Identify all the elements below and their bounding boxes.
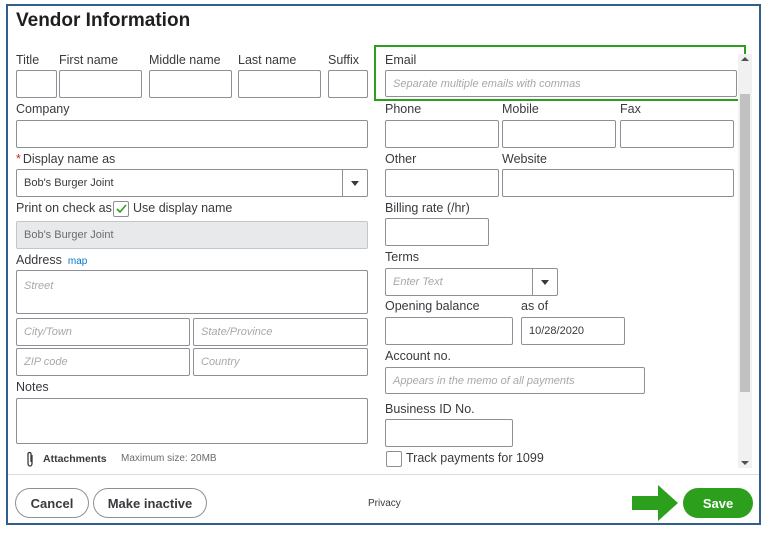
scroll-down-icon[interactable]: [741, 461, 749, 465]
phone-label: Phone: [385, 102, 422, 116]
fax-input[interactable]: [620, 120, 734, 148]
display-name-select[interactable]: Bob's Burger Joint: [16, 169, 368, 197]
email-label: Email: [385, 53, 417, 67]
opening-balance-label: Opening balance: [385, 299, 480, 313]
email-placeholder: Separate multiple emails with commas: [393, 77, 581, 90]
account-no-placeholder: Appears in the memo of all payments: [393, 374, 575, 387]
business-id-input[interactable]: [385, 419, 513, 447]
required-asterisk: *: [16, 152, 21, 166]
website-input[interactable]: [502, 169, 734, 197]
address-label-text: Address: [16, 253, 62, 267]
first-name-input[interactable]: [59, 70, 142, 98]
account-no-input[interactable]: Appears in the memo of all payments: [385, 367, 645, 394]
middle-name-label: Middle name: [149, 53, 221, 67]
terms-select[interactable]: Enter Text: [385, 268, 558, 296]
attachments-max-size: Maximum size: 20MB: [121, 453, 217, 464]
use-display-name-checkbox[interactable]: [113, 201, 129, 217]
track-1099-checkbox[interactable]: [386, 451, 402, 467]
company-input[interactable]: [16, 120, 368, 148]
save-button[interactable]: Save: [683, 488, 753, 518]
city-input[interactable]: City/Town: [16, 318, 190, 346]
use-display-name-label: Use display name: [133, 201, 233, 215]
as-of-date-value: 10/28/2020: [529, 325, 585, 337]
paperclip-icon[interactable]: [24, 451, 36, 468]
as-of-label: as of: [521, 299, 549, 313]
suffix-label: Suffix: [328, 53, 360, 67]
opening-balance-input[interactable]: [385, 317, 513, 345]
print-on-check-input: Bob's Burger Joint: [16, 221, 368, 249]
make-inactive-button[interactable]: Make inactive: [93, 488, 207, 518]
track-1099-label: Track payments for 1099: [406, 451, 544, 465]
city-placeholder: City/Town: [24, 326, 72, 338]
zip-placeholder: ZIP code: [24, 356, 68, 368]
display-name-dropdown-button[interactable]: [342, 170, 367, 196]
chevron-down-icon: [541, 279, 549, 285]
notes-textarea[interactable]: [16, 398, 368, 444]
attachments-label[interactable]: Attachments: [43, 453, 107, 465]
display-name-label-text: Display name as: [22, 152, 116, 166]
billing-rate-input[interactable]: [385, 218, 489, 246]
account-no-label: Account no.: [385, 349, 452, 363]
chevron-down-icon: [351, 180, 359, 186]
title-label: Title: [16, 53, 40, 67]
display-name-value: Bob's Burger Joint: [24, 177, 114, 189]
terms-label: Terms: [385, 250, 420, 264]
street-placeholder: Street: [24, 280, 54, 292]
scroll-up-icon[interactable]: [741, 57, 749, 61]
checkmark-icon: [116, 204, 127, 214]
fax-label: Fax: [620, 102, 641, 116]
scroll-thumb[interactable]: [740, 94, 750, 392]
middle-name-input[interactable]: [149, 70, 232, 98]
cancel-button[interactable]: Cancel: [15, 488, 89, 518]
other-input[interactable]: [385, 169, 499, 197]
arrow-right-icon: [632, 485, 678, 521]
mobile-label: Mobile: [502, 102, 539, 116]
display-name-label: * Display name as: [16, 152, 115, 166]
country-placeholder: Country: [201, 356, 240, 368]
terms-dropdown-button[interactable]: [532, 269, 557, 295]
website-label: Website: [502, 152, 547, 166]
business-id-label: Business ID No.: [385, 402, 475, 416]
last-name-label: Last name: [238, 53, 297, 67]
billing-rate-label: Billing rate (/hr): [385, 201, 470, 215]
mobile-input[interactable]: [502, 120, 616, 148]
phone-input[interactable]: [385, 120, 499, 148]
first-name-label: First name: [59, 53, 119, 67]
as-of-date-input[interactable]: 10/28/2020: [521, 317, 625, 345]
print-on-check-label: Print on check as: [16, 201, 112, 215]
title-input[interactable]: [16, 70, 57, 98]
street-input[interactable]: Street: [16, 270, 368, 314]
other-label: Other: [385, 152, 417, 166]
zip-input[interactable]: ZIP code: [16, 348, 190, 376]
notes-label: Notes: [16, 380, 49, 394]
state-placeholder: State/Province: [201, 326, 273, 338]
company-label: Company: [16, 102, 70, 116]
last-name-input[interactable]: [238, 70, 321, 98]
state-input[interactable]: State/Province: [193, 318, 368, 346]
address-label: Address map: [16, 253, 87, 267]
map-link[interactable]: map: [68, 256, 87, 267]
privacy-link[interactable]: Privacy: [368, 498, 401, 509]
country-input[interactable]: Country: [193, 348, 368, 376]
dialog-title: Vendor Information: [16, 10, 191, 31]
form-scrollbar[interactable]: [738, 54, 752, 468]
terms-placeholder: Enter Text: [393, 276, 443, 288]
footer-divider: [8, 474, 759, 475]
print-on-check-value: Bob's Burger Joint: [24, 229, 114, 241]
email-input[interactable]: Separate multiple emails with commas: [385, 70, 737, 97]
suffix-input[interactable]: [328, 70, 368, 98]
